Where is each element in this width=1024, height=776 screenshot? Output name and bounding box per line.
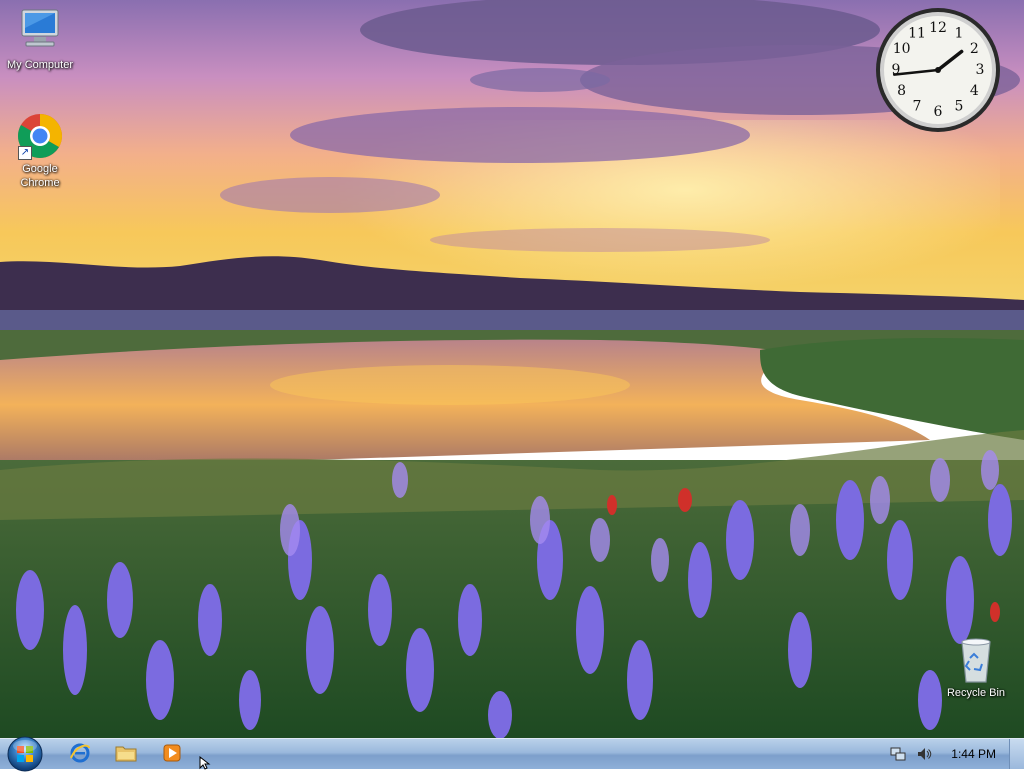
desktop-icon-google-chrome[interactable]: ↗ Google Chrome <box>0 112 80 190</box>
volume-icon[interactable] <box>915 745 933 763</box>
chrome-icon: ↗ <box>16 112 64 160</box>
clock-numeral: 3 <box>976 62 985 78</box>
desktop-icon-label: My Computer <box>6 59 74 71</box>
clock-numeral: 6 <box>934 104 943 120</box>
taskbar-media-player[interactable] <box>152 741 192 767</box>
clock-gadget[interactable]: 12 1 2 3 4 5 6 7 8 9 10 11 <box>874 6 1002 134</box>
desktop-icon-my-computer[interactable]: My Computer <box>0 8 80 72</box>
clock-numeral: 7 <box>913 98 922 114</box>
network-icon[interactable] <box>889 745 907 763</box>
recycle-bin-icon <box>952 636 1000 684</box>
show-desktop-button[interactable] <box>1009 739 1024 769</box>
taskbar-internet-explorer[interactable] <box>60 741 100 767</box>
clock-numeral: 2 <box>970 41 979 57</box>
clock-numeral: 4 <box>970 83 979 99</box>
taskbar-windows-explorer[interactable] <box>106 741 146 767</box>
clock-numeral: 11 <box>908 26 926 42</box>
desktop-wallpaper <box>0 0 1024 738</box>
computer-icon <box>16 8 64 56</box>
desktop-icon-label: Google Chrome <box>20 163 60 189</box>
clock-numeral: 5 <box>955 98 964 114</box>
internet-explorer-icon <box>69 742 91 767</box>
clock-numeral: 8 <box>897 83 906 99</box>
windows-explorer-icon <box>115 743 137 766</box>
system-tray: 1:44 PM <box>889 739 1008 769</box>
clock-numeral: 10 <box>893 41 911 57</box>
clock-numeral: 12 <box>929 20 947 36</box>
clock-numeral: 1 <box>955 26 964 42</box>
media-player-icon <box>162 743 182 766</box>
start-button[interactable] <box>6 735 44 773</box>
taskbar-clock[interactable]: 1:44 PM <box>951 747 996 761</box>
desktop-icon-label: Recycle Bin <box>946 687 1006 699</box>
taskbar: 1:44 PM <box>0 736 1024 772</box>
desktop-icon-recycle-bin[interactable]: Recycle Bin <box>936 636 1016 700</box>
shortcut-arrow-icon: ↗ <box>18 146 32 160</box>
